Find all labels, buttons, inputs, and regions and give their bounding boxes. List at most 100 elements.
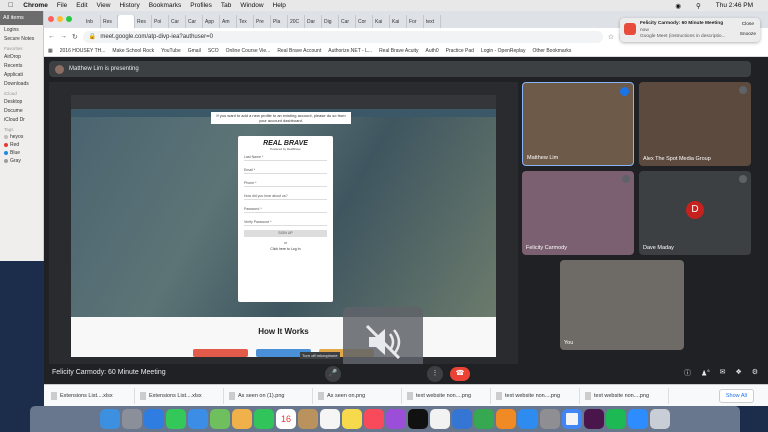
bookmark-item[interactable]: Gmail — [188, 48, 201, 54]
menu-profiles[interactable]: Profiles — [190, 2, 212, 9]
download-item[interactable]: text website non....png — [582, 387, 669, 404]
numbers-icon[interactable] — [474, 409, 494, 429]
browser-tab[interactable]: 20C — [288, 15, 305, 28]
launchpad-icon[interactable] — [122, 409, 142, 429]
browser-tab-active[interactable] — [118, 15, 135, 28]
menu-help[interactable]: Help — [273, 2, 286, 9]
fav-airdrop[interactable]: AirDrop — [0, 52, 43, 61]
bookmark-item[interactable]: Login - OpenReplay — [481, 48, 525, 54]
finder-icon[interactable] — [100, 409, 120, 429]
browser-tab[interactable]: Res — [101, 15, 118, 28]
icloud-drive[interactable]: iCloud Dr — [0, 115, 43, 124]
bookmark-item[interactable]: Auth0 — [426, 48, 439, 54]
bookmark-star-icon[interactable]: ☆ — [608, 33, 614, 41]
spotify-icon[interactable] — [606, 409, 626, 429]
contacts-icon[interactable] — [298, 409, 318, 429]
browser-tab[interactable]: Cor — [356, 15, 373, 28]
slack-icon[interactable] — [584, 409, 604, 429]
bookmark-item[interactable]: Authorize.NET - L... — [328, 48, 372, 54]
activities-icon[interactable]: ❖ — [735, 368, 741, 378]
tag-item[interactable]: Red — [0, 141, 43, 149]
fav-downloads[interactable]: Downloads — [0, 79, 43, 88]
secure-notes-item[interactable]: Secure Notes — [0, 34, 43, 43]
browser-tab[interactable]: Pla — [271, 15, 288, 28]
safari-icon[interactable] — [144, 409, 164, 429]
fav-applications[interactable]: Applicati — [0, 70, 43, 79]
participant-tile[interactable]: Alex The Spot Media Group — [639, 82, 751, 166]
bookmark-item[interactable]: Online Course Vie... — [226, 48, 271, 54]
menu-view[interactable]: View — [97, 2, 111, 9]
browser-tab[interactable]: text — [424, 15, 441, 28]
app-store-icon[interactable] — [518, 409, 538, 429]
all-items[interactable]: All items — [0, 11, 43, 25]
bookmark-item[interactable]: Real Brave Account — [277, 48, 321, 54]
back-icon[interactable]: ← — [48, 33, 55, 40]
notification-close-button[interactable]: Close — [742, 22, 754, 27]
menu-edit[interactable]: Edit — [76, 2, 87, 9]
browser-tab[interactable]: Inb — [84, 15, 101, 28]
tv-icon[interactable] — [408, 409, 428, 429]
menu-file[interactable]: File — [57, 2, 67, 9]
wifi-icon[interactable]: ◉ — [675, 2, 681, 10]
download-item[interactable]: Extensions List....xlsx — [137, 387, 224, 404]
zoom-icon[interactable] — [628, 409, 648, 429]
participant-tile[interactable]: D Dave Maday — [639, 171, 751, 255]
info-icon[interactable]: ⓘ — [684, 368, 691, 378]
chat-icon[interactable]: ✉ — [720, 368, 726, 378]
menu-bookmarks[interactable]: Bookmarks — [149, 2, 182, 9]
browser-tab[interactable]: For — [407, 15, 424, 28]
photos-icon[interactable] — [232, 409, 252, 429]
reload-icon[interactable]: ↻ — [72, 33, 78, 41]
trash-icon[interactable] — [650, 409, 670, 429]
address-bar[interactable]: 🔒 meet.google.com/atp-divp-iea?authuser=… — [82, 30, 603, 43]
menu-history[interactable]: History — [119, 2, 139, 9]
bookmark-item[interactable]: Practice Pad — [446, 48, 474, 54]
tag-item[interactable]: Gray — [0, 157, 43, 165]
logins-item[interactable]: Logins — [0, 25, 43, 34]
bookmark-item[interactable]: SCO — [208, 48, 219, 54]
minimize-window-button[interactable] — [57, 16, 63, 22]
more-options-button[interactable]: ⋮ — [427, 366, 443, 382]
calendar-notification[interactable]: Felicity Carmody: 60 Minute Meeting now … — [620, 18, 760, 42]
browser-tab[interactable]: Dar — [305, 15, 322, 28]
microphone-button[interactable]: 🎤 — [325, 366, 341, 382]
browser-tab[interactable]: Dig — [322, 15, 339, 28]
menubar-clock[interactable]: Thu 2:46 PM — [716, 2, 753, 9]
browser-tab[interactable]: Car — [186, 15, 203, 28]
download-item[interactable]: text website non....png — [404, 387, 491, 404]
menu-window[interactable]: Window — [240, 2, 263, 9]
show-all-downloads-button[interactable]: Show All — [718, 389, 754, 403]
menu-app-name[interactable]: Chrome — [23, 2, 48, 9]
menu-tab[interactable]: Tab — [221, 2, 231, 9]
podcasts-icon[interactable] — [386, 409, 406, 429]
maps-icon[interactable] — [210, 409, 230, 429]
tag-item[interactable]: heyos — [0, 133, 43, 141]
download-item[interactable]: text website non....png — [493, 387, 580, 404]
tag-item[interactable]: Blue — [0, 149, 43, 157]
icloud-desktop[interactable]: Desktop — [0, 97, 43, 106]
browser-tab[interactable]: Poi — [152, 15, 169, 28]
download-item[interactable]: Extensions List....xlsx — [48, 387, 135, 404]
bookmark-item[interactable]: Real Brave Acuity — [379, 48, 418, 54]
icloud-documents[interactable]: Docume — [0, 106, 43, 115]
fav-recents[interactable]: Recents — [0, 61, 43, 70]
reminders-icon[interactable] — [320, 409, 340, 429]
apple-icon[interactable]:  — [8, 2, 13, 9]
browser-tab[interactable]: Car — [339, 15, 356, 28]
host-controls-icon[interactable]: ⚙ — [752, 368, 758, 378]
search-icon[interactable]: ⚲ — [696, 2, 701, 10]
keynote-icon[interactable] — [452, 409, 472, 429]
end-call-button[interactable]: ☎ — [450, 367, 470, 381]
bookmark-item[interactable]: 2016 HOUSEY TH... — [60, 48, 106, 54]
forward-icon[interactable]: → — [60, 33, 67, 40]
music-icon[interactable] — [364, 409, 384, 429]
browser-tab[interactable]: Kai — [373, 15, 390, 28]
browser-tab[interactable]: App — [203, 15, 220, 28]
browser-tab[interactable]: Res — [135, 15, 152, 28]
close-window-button[interactable] — [48, 16, 54, 22]
browser-tab[interactable]: Pre — [254, 15, 271, 28]
chrome-icon[interactable] — [562, 409, 582, 429]
download-item[interactable]: As seen on.png — [315, 387, 402, 404]
apps-icon[interactable]: ▦ — [48, 48, 53, 54]
pages-icon[interactable] — [496, 409, 516, 429]
